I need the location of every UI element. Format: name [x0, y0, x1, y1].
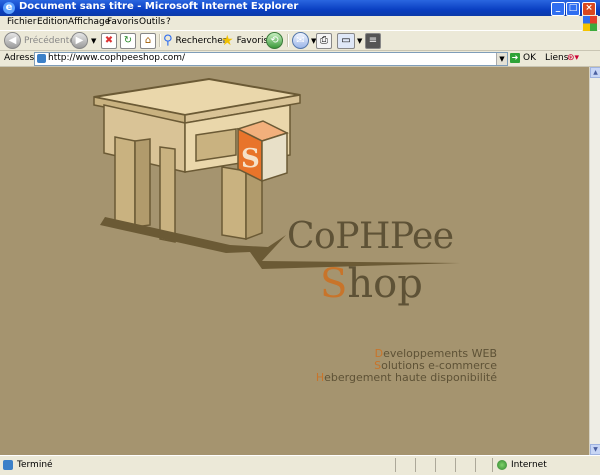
stop-icon: ✖ [101, 32, 117, 49]
brand-cophpee: CoPHPee [287, 216, 454, 257]
menu-favoris[interactable]: Favoris [107, 17, 139, 27]
menu-outils[interactable]: Outils [139, 17, 165, 27]
page-icon [37, 54, 46, 63]
mail-button[interactable]: ✉ ▼ [292, 32, 316, 49]
mail-icon: ✉ [292, 32, 309, 49]
page-done-icon [3, 460, 13, 470]
search-label: Rechercher [175, 35, 227, 46]
go-arrow-icon: ➜ [510, 53, 520, 63]
edit-button[interactable]: ▭ ▼ [337, 32, 362, 49]
ie-logo-icon: e [3, 2, 15, 14]
history-icon: ⟲ [266, 32, 283, 49]
service-hosting-text: ebergement haute disponibilité [324, 371, 497, 384]
service-hosting-initial: H [315, 371, 325, 384]
forward-arrow-icon: ▶ [71, 32, 88, 49]
brand-shop: Shop [320, 261, 423, 307]
forward-button[interactable]: ▶ ▼ [71, 32, 96, 49]
favorites-label: Favoris [236, 35, 269, 46]
home-icon: ⌂ [140, 32, 156, 49]
status-bar: Terminé Internet [0, 455, 600, 475]
menu-affichage[interactable]: Affichage [68, 17, 110, 27]
address-bar: Adresse http://www.cophpeeshop.com/ ▼ ➜ … [0, 51, 600, 67]
address-dropdown[interactable]: ▼ [496, 53, 507, 65]
menu-fichier[interactable]: Fichier [7, 17, 36, 27]
chevron-down-icon: ▼ [357, 36, 363, 45]
printer-icon: ⎙ [316, 32, 332, 49]
scroll-down-arrow-icon[interactable]: ▼ [590, 444, 600, 455]
back-label: Précédente [24, 35, 75, 46]
chevron-down-icon: ▼ [91, 36, 97, 45]
minimize-button[interactable]: _ [551, 2, 565, 16]
maximize-button[interactable]: □ [566, 2, 580, 16]
globe-icon [497, 460, 507, 470]
home-button[interactable]: ⌂ [140, 32, 156, 49]
address-input[interactable]: http://www.cophpeeshop.com/ ▼ [34, 52, 508, 66]
zone-label: Internet [511, 460, 547, 470]
logo-s-letter: S [241, 144, 260, 174]
status-text: Terminé [17, 460, 53, 470]
brand-shop-initial: S [320, 261, 348, 307]
go-button[interactable]: ➜ OK [510, 53, 536, 63]
brand-shop-rest: hop [347, 261, 423, 307]
page-content: S CoPHPee Shop Developpements WEB Soluti… [0, 67, 589, 455]
history-button[interactable]: ⟲ [266, 32, 283, 49]
service-hosting: Hebergement haute disponibilité [316, 372, 497, 384]
research-icon: ≡ [365, 32, 381, 49]
vertical-scrollbar[interactable]: ▲ ▼ [589, 67, 600, 455]
norton-icon[interactable]: ⊛▾ [567, 53, 579, 63]
search-icon: ⚲ [163, 33, 173, 48]
title-bar: e Document sans titre - Microsoft Intern… [0, 0, 600, 16]
menu-bar: Fichier Edition Affichage Favoris Outils… [0, 15, 600, 32]
refresh-button[interactable]: ↻ [120, 32, 136, 49]
security-zone: Internet [497, 460, 547, 470]
go-label: OK [523, 53, 536, 63]
stop-button[interactable]: ✖ [101, 32, 117, 49]
edit-icon: ▭ [337, 32, 355, 49]
menu-help[interactable]: ? [166, 17, 171, 27]
toolbar: ◀ Précédente ▼ ▶ ▼ ✖ ↻ ⌂ ⚲ Rechercher ★ … [0, 31, 600, 51]
windows-logo-icon [582, 15, 598, 32]
favorites-button[interactable]: ★ Favoris [221, 32, 268, 49]
address-url: http://www.cophpeeshop.com/ [48, 53, 186, 63]
menu-edition[interactable]: Edition [37, 17, 68, 27]
print-button[interactable]: ⎙ [316, 32, 332, 49]
links-button[interactable]: Liens [545, 53, 568, 63]
window-title: Document sans titre - Microsoft Internet… [19, 1, 299, 12]
scroll-up-arrow-icon[interactable]: ▲ [590, 67, 600, 78]
back-arrow-icon: ◀ [4, 32, 21, 49]
desk-logo-illustration: S [93, 77, 460, 269]
star-icon: ★ [221, 32, 234, 49]
search-button[interactable]: ⚲ Rechercher [163, 32, 227, 49]
research-button[interactable]: ≡ [365, 32, 381, 49]
close-button[interactable]: × [582, 2, 596, 16]
services-list: Developpements WEB Solutions e-commerce … [316, 348, 497, 384]
refresh-icon: ↻ [120, 32, 136, 49]
